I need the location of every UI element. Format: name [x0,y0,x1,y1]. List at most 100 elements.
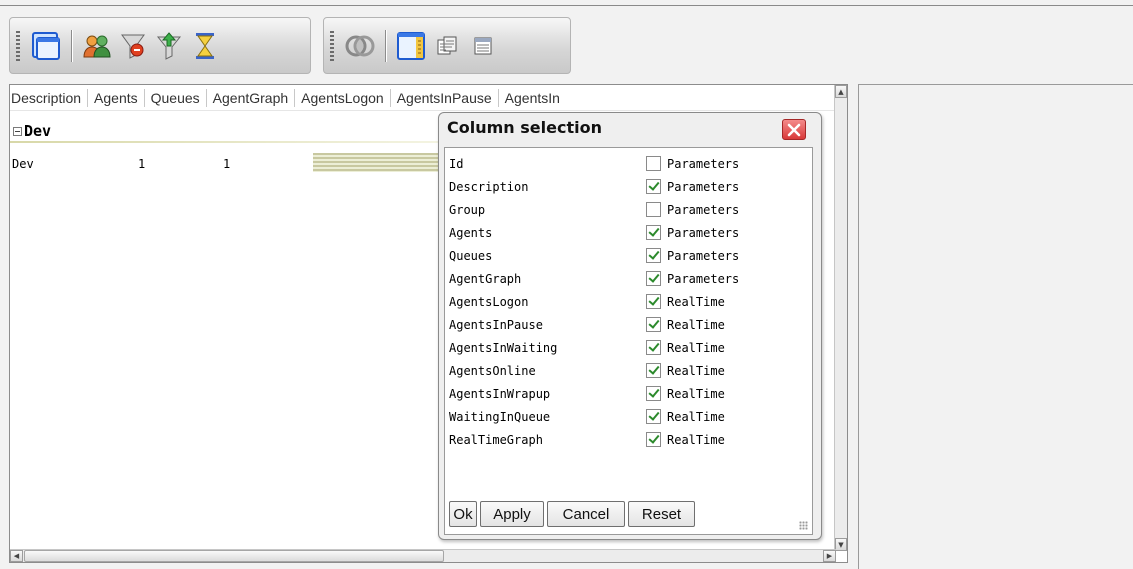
toolbar-main [9,17,311,74]
column-header[interactable]: AgentsInPause [391,88,499,107]
side-panel [858,84,1133,569]
column-type: Parameters [667,203,740,217]
column-type: RealTime [667,295,725,309]
hourglass-icon [196,32,214,59]
list-view-button[interactable] [465,26,501,66]
column-option[interactable]: Description Parameters [445,179,805,197]
column-type: Parameters [667,249,740,263]
column-option[interactable]: Group Parameters [445,202,805,220]
group-row[interactable]: Dev [10,121,440,141]
column-option[interactable]: Queues Parameters [445,248,805,266]
column-option[interactable]: Agents Parameters [445,225,805,243]
column-option[interactable]: AgentGraph Parameters [445,271,805,289]
column-type: Parameters [667,157,740,171]
column-header[interactable]: AgentsIn [499,89,566,107]
apply-button[interactable]: Apply [480,501,544,527]
column-name: RealTimeGraph [449,433,543,447]
column-checkbox[interactable] [646,248,661,263]
reset-button[interactable]: Reset [628,501,695,527]
column-checkbox[interactable] [646,340,661,355]
column-type: Parameters [667,272,740,286]
column-option[interactable]: RealTimeGraph RealTime [445,432,805,450]
column-option[interactable]: AgentsInPause RealTime [445,317,805,335]
column-header[interactable]: Queues [145,88,207,107]
column-type: Parameters [667,226,740,240]
column-option[interactable]: AgentsOnline RealTime [445,363,805,381]
overlap-button[interactable] [342,26,378,66]
column-checkbox[interactable] [646,271,661,286]
close-button[interactable] [782,119,806,140]
filter-green-icon [156,31,182,60]
column-type: RealTime [667,364,725,378]
toolbar-separator [71,29,72,62]
column-checkbox[interactable] [646,409,661,424]
column-checkbox[interactable] [646,363,661,378]
group-label: Dev [24,122,52,140]
column-option[interactable]: AgentsInWaiting RealTime [445,340,805,358]
scroll-up-button[interactable]: ▲ [835,85,847,98]
filter-remove-button[interactable] [115,26,151,66]
scroll-thumb[interactable] [24,550,444,562]
grid-header: Description Agents Queues AgentGraph Age… [10,85,836,111]
column-header[interactable]: Agents [88,88,145,107]
horizontal-scrollbar[interactable]: ◀ ▶ [10,549,836,562]
column-header[interactable]: AgentGraph [207,88,296,107]
scroll-right-button[interactable]: ▶ [823,550,836,562]
group-underline [10,141,440,143]
column-checkbox[interactable] [646,156,661,171]
column-name: AgentsInWaiting [449,341,558,355]
filter-add-button[interactable] [151,26,187,66]
toolbar-view [323,17,571,74]
column-option[interactable]: AgentsInWrapup RealTime [445,386,805,404]
column-checkbox[interactable] [646,179,661,194]
column-header[interactable]: Description [10,88,89,107]
column-checkbox[interactable] [646,432,661,447]
column-name: Agents [449,226,493,240]
column-type: RealTime [667,410,725,424]
users-button[interactable] [79,26,115,66]
hourglass-button[interactable] [187,26,223,66]
column-name: Id [449,157,464,171]
users-icon [83,35,111,57]
column-option[interactable]: AgentsLogon RealTime [445,294,805,312]
scroll-down-button[interactable]: ▼ [835,538,847,551]
arrow-down-icon: ▼ [838,540,844,549]
column-checkbox[interactable] [646,202,661,217]
column-type: RealTime [667,341,725,355]
toolbar-grip[interactable] [16,30,20,61]
toolbar-grip[interactable] [330,30,334,61]
close-icon [787,123,801,136]
column-selection-dialog: Column selection Id Parameters Descripti… [438,112,822,540]
column-type: RealTime [667,387,725,401]
vertical-scrollbar[interactable]: ▲ ▼ [834,85,847,551]
cell-queues: 1 [223,157,231,171]
overlap-rings-icon [345,35,375,56]
column-type: Parameters [667,180,740,194]
column-option[interactable]: Id Parameters [445,156,805,174]
column-name: Description [449,180,529,194]
window-button[interactable] [28,26,64,66]
column-checkbox[interactable] [646,386,661,401]
column-header[interactable]: AgentsLogon [295,88,391,107]
scroll-left-button[interactable]: ◀ [10,550,23,562]
column-name: AgentsInPause [449,318,543,332]
dialog-title: Column selection [447,118,602,137]
column-checkbox[interactable] [646,294,661,309]
cancel-button[interactable]: Cancel [547,501,625,527]
ok-button[interactable]: Ok [449,501,477,527]
column-checkbox[interactable] [646,225,661,240]
column-name: AgentsInWrapup [449,387,551,401]
export-button[interactable] [429,26,465,66]
cell-agents: 1 [138,157,146,171]
column-name: AgentGraph [449,272,522,286]
filter-red-icon [121,34,145,59]
column-selection-button[interactable] [393,26,429,66]
collapse-icon[interactable] [13,126,22,136]
column-option[interactable]: WaitingInQueue RealTime [445,409,805,427]
arrow-left-icon: ◀ [13,552,20,560]
column-type: RealTime [667,318,725,332]
resize-grip-icon[interactable] [799,521,808,530]
arrow-right-icon: ▶ [826,552,833,560]
list-view-icon [474,37,492,54]
column-checkbox[interactable] [646,317,661,332]
